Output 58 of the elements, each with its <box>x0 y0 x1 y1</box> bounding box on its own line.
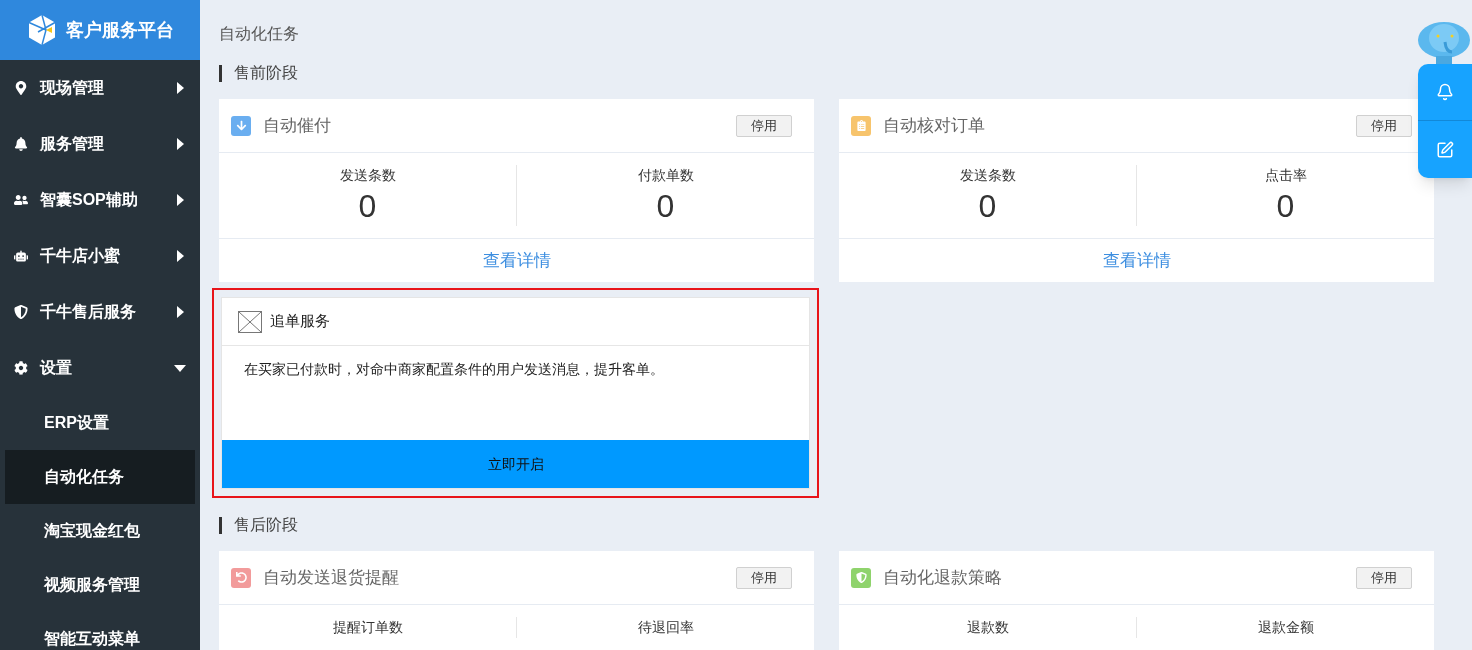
page-title: 自动化任务 <box>219 24 299 44</box>
disable-button[interactable]: 停用 <box>1356 566 1412 589</box>
logo-icon <box>26 14 58 46</box>
caret-icon <box>174 194 186 206</box>
disable-button[interactable]: 停用 <box>736 114 792 137</box>
card-description: 在买家已付款时，对命中商家配置条件的用户发送消息，提升客单。 <box>243 360 665 379</box>
broken-image-icon <box>238 310 262 333</box>
card-title: 追单服务 <box>270 311 330 332</box>
bell-icon <box>14 137 28 151</box>
view-details-link[interactable]: 查看详情 <box>1102 247 1171 274</box>
people-icon <box>14 193 28 207</box>
stat-label: 退款金额 <box>1257 618 1314 637</box>
disable-button[interactable]: 停用 <box>736 566 792 589</box>
card-title: 自动发送退货提醒 <box>263 566 400 589</box>
stat-label: 退款数 <box>966 618 1009 637</box>
caret-icon <box>174 362 186 374</box>
nav-subitem[interactable]: 视频服务管理 <box>5 558 195 612</box>
nav-subitem[interactable]: ERP设置 <box>5 396 195 450</box>
nav-subitem[interactable]: 淘宝现金红包 <box>5 504 195 558</box>
section-title: 售后阶段 <box>234 515 298 535</box>
nav-subitem[interactable]: 自动化任务 <box>5 450 195 504</box>
stat-label: 提醒订单数 <box>332 618 403 637</box>
bell-icon[interactable] <box>1436 83 1454 101</box>
stat-label: 付款单数 <box>637 166 694 185</box>
stat-label: 发送条数 <box>959 166 1016 185</box>
caret-icon <box>174 82 186 94</box>
card-title: 自动核对订单 <box>883 114 986 137</box>
location-pin-icon <box>14 81 28 95</box>
caret-icon <box>174 250 186 262</box>
section-accent-bar <box>219 516 222 534</box>
caret-icon <box>174 138 186 150</box>
nav-item[interactable]: 千牛售后服务 <box>0 284 200 340</box>
stat-value: 0 <box>358 187 377 226</box>
nav-subitem[interactable]: 智能互动菜单 <box>5 612 195 650</box>
edit-icon[interactable] <box>1436 140 1454 159</box>
stat-label: 待退回率 <box>637 618 694 637</box>
enable-button[interactable]: 立即开启 <box>222 440 809 488</box>
card-title: 自动催付 <box>263 114 332 137</box>
nav-item[interactable]: 现场管理 <box>0 60 200 116</box>
nav-item[interactable]: 千牛店小蜜 <box>0 228 200 284</box>
view-details-link[interactable]: 查看详情 <box>482 247 551 274</box>
stat-value: 0 <box>656 187 675 226</box>
robot-icon <box>14 249 28 263</box>
card-title: 自动化退款策略 <box>883 566 1003 589</box>
stat-value: 0 <box>978 187 997 226</box>
platform-name: 客户服务平台 <box>66 18 174 42</box>
stat-value: 0 <box>1276 187 1295 226</box>
section-accent-bar <box>219 64 222 82</box>
section-title: 售前阶段 <box>234 63 298 83</box>
nav-item[interactable]: 智囊SOP辅助 <box>0 172 200 228</box>
disable-button[interactable]: 停用 <box>1356 114 1412 137</box>
stat-label: 发送条数 <box>339 166 396 185</box>
stat-label: 点击率 <box>1264 166 1307 185</box>
caret-icon <box>174 306 186 318</box>
nav-item[interactable]: 服务管理 <box>0 116 200 172</box>
nav-item[interactable]: 设置 <box>0 340 200 396</box>
settings-icon <box>14 361 28 375</box>
shield-icon <box>14 305 28 319</box>
